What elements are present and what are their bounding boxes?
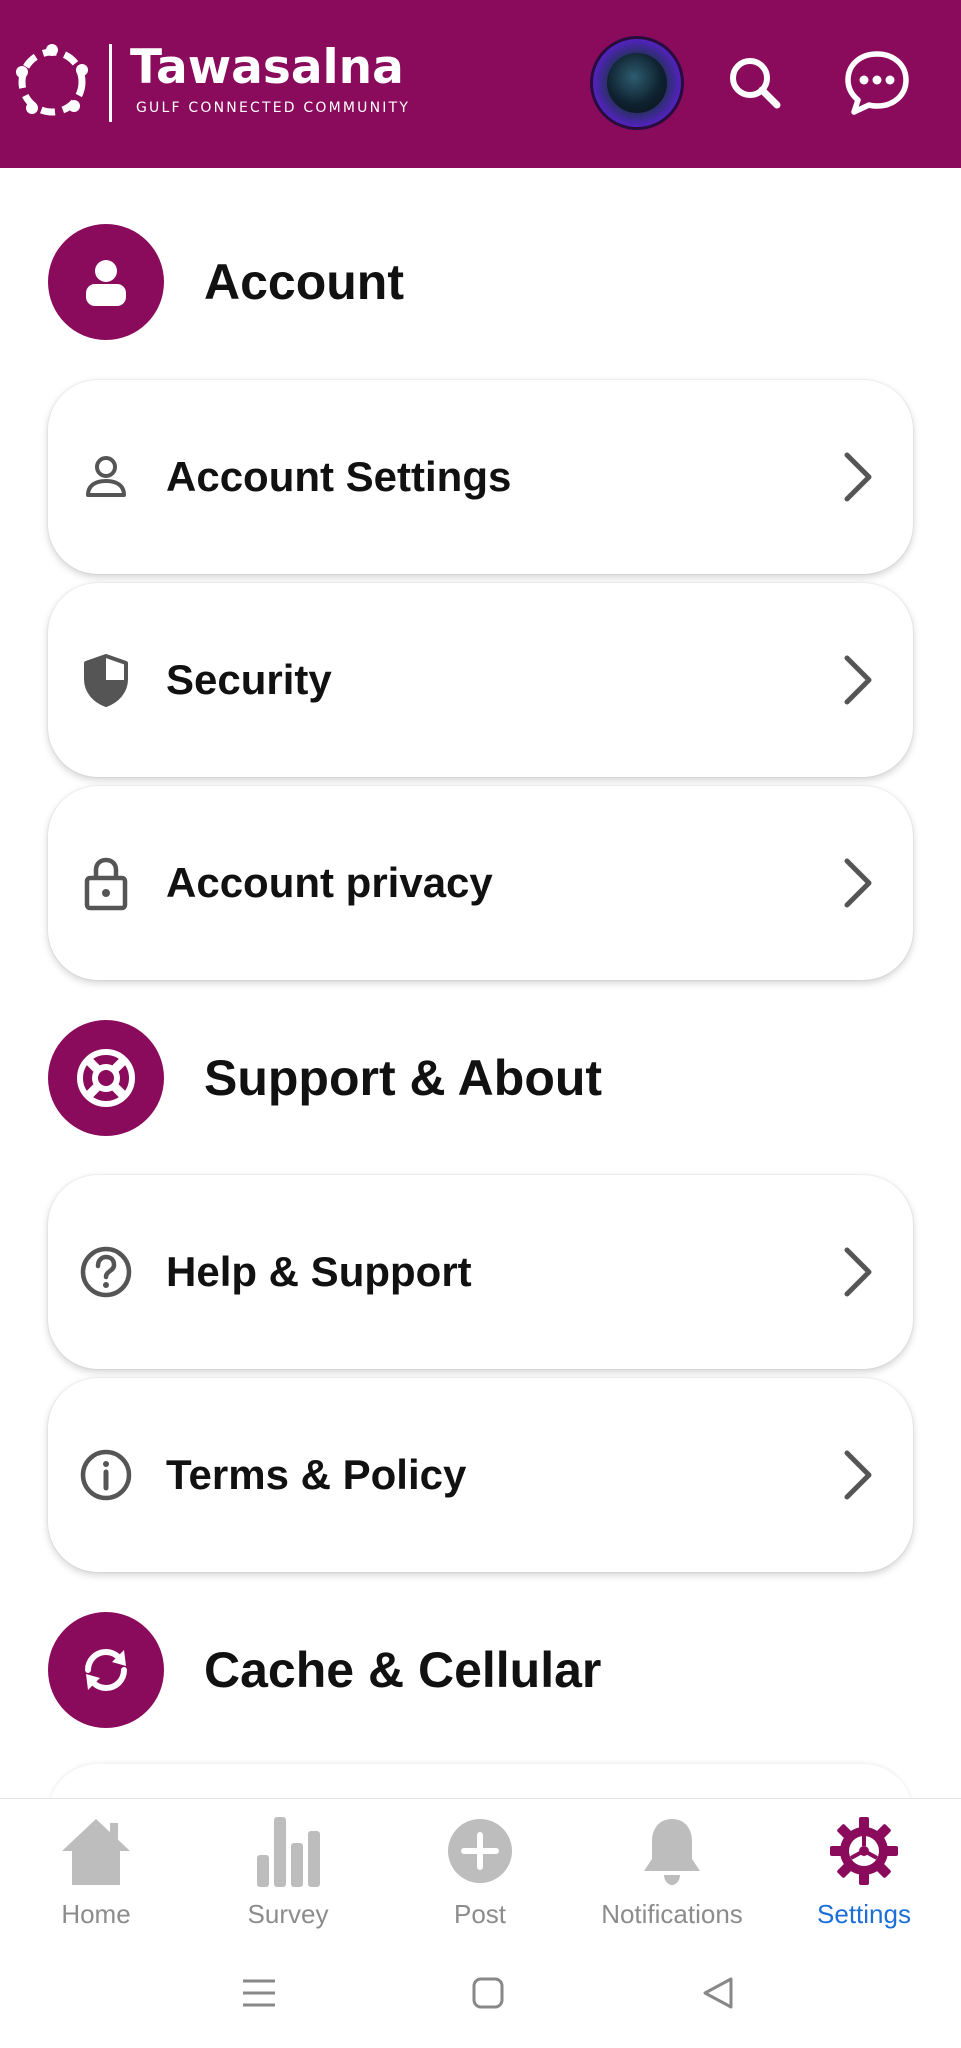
nav-label: Home xyxy=(61,1899,131,1929)
account-settings-item[interactable]: Account Settings xyxy=(48,380,913,574)
nav-label: Post xyxy=(453,1899,507,1929)
plus-circle-icon xyxy=(440,1811,520,1891)
info-circle-icon xyxy=(78,1447,134,1503)
terms-policy-item[interactable]: Terms & Policy xyxy=(48,1378,913,1572)
chevron-right-icon xyxy=(844,655,872,705)
question-circle-icon xyxy=(78,1244,134,1300)
chat-bubble-icon xyxy=(845,51,909,115)
nav-notifications[interactable]: Notifications xyxy=(576,1799,768,1939)
section-account-header: Account xyxy=(48,224,404,340)
search-icon xyxy=(730,58,781,109)
back-triangle-icon xyxy=(703,1977,733,2009)
home-icon xyxy=(56,1811,136,1891)
lifebuoy-icon xyxy=(48,1020,164,1136)
security-item[interactable]: Security xyxy=(48,583,913,777)
section-cache-header: Cache & Cellular xyxy=(48,1612,601,1728)
chevron-right-icon xyxy=(844,858,872,908)
lock-icon xyxy=(78,855,134,911)
nav-label: Survey xyxy=(247,1899,329,1929)
back-button[interactable] xyxy=(688,1968,748,2018)
nav-home[interactable]: Home xyxy=(0,1799,192,1939)
system-nav-bar xyxy=(0,1938,961,2048)
item-label: Account privacy xyxy=(166,859,493,906)
person-outline-icon xyxy=(78,449,134,505)
nav-label: Notifications xyxy=(601,1899,743,1929)
account-privacy-item[interactable]: Account privacy xyxy=(48,786,913,980)
chevron-right-icon xyxy=(844,1247,872,1297)
gear-icon xyxy=(824,1811,904,1891)
refresh-icon xyxy=(48,1612,164,1728)
item-label: Terms & Policy xyxy=(166,1451,467,1498)
chevron-right-icon xyxy=(844,1450,872,1500)
nav-settings[interactable]: Settings xyxy=(768,1799,960,1939)
home-square-icon xyxy=(472,1977,504,2009)
chat-button[interactable] xyxy=(834,40,920,126)
chevron-right-icon xyxy=(844,452,872,502)
recent-apps-button[interactable] xyxy=(229,1968,289,2018)
bell-icon xyxy=(632,1811,712,1891)
section-title: Account xyxy=(204,254,404,310)
item-label: Account Settings xyxy=(166,453,512,500)
logo-icon xyxy=(16,44,88,116)
bottom-nav: Home Survey Post Notifications Settings xyxy=(0,1798,961,1938)
search-button[interactable] xyxy=(712,40,798,126)
nav-label: Settings xyxy=(817,1899,911,1929)
menu-icon xyxy=(243,1979,275,2007)
item-label: Help & Support xyxy=(166,1248,472,1295)
app-header: Tawasalna GULF CONNECTED COMMUNITY xyxy=(0,0,961,168)
brand-title: Tawasalna xyxy=(130,40,404,95)
nav-post[interactable]: Post xyxy=(384,1799,576,1939)
section-title: Cache & Cellular xyxy=(204,1642,602,1698)
logo-divider xyxy=(109,44,112,122)
profile-avatar[interactable] xyxy=(590,36,684,130)
item-label: Security xyxy=(166,656,332,703)
shield-icon xyxy=(78,652,134,708)
section-title: Support & About xyxy=(204,1050,603,1106)
help-support-item[interactable]: Help & Support xyxy=(48,1175,913,1369)
section-support-header: Support & About xyxy=(48,1020,602,1136)
nav-survey[interactable]: Survey xyxy=(192,1799,384,1939)
bar-chart-icon xyxy=(248,1811,328,1891)
brand-subtitle: GULF CONNECTED COMMUNITY xyxy=(136,100,411,116)
home-system-button[interactable] xyxy=(458,1968,518,2018)
user-icon xyxy=(48,224,164,340)
